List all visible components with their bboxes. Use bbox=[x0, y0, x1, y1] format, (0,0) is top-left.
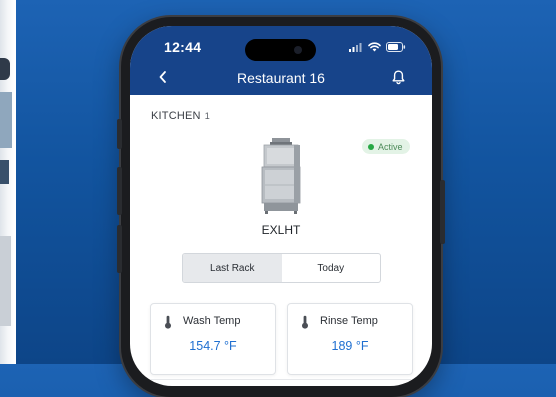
next-card-row bbox=[150, 379, 411, 380]
status-icons bbox=[349, 42, 406, 52]
dishwasher-image[interactable] bbox=[258, 138, 304, 219]
time-range-tabs: Last Rack Today bbox=[182, 253, 381, 283]
wifi-icon bbox=[368, 42, 381, 52]
photo-detail bbox=[0, 160, 9, 184]
nav-bar: Restaurant 16 bbox=[130, 69, 432, 89]
thermometer-icon bbox=[164, 315, 172, 334]
bell-icon[interactable] bbox=[392, 70, 405, 90]
phone-power-button bbox=[440, 180, 445, 244]
thermometer-icon bbox=[301, 315, 309, 334]
metric-label: Rinse Temp bbox=[320, 315, 378, 327]
status-badge: Active bbox=[362, 139, 410, 154]
status-time: 12:44 bbox=[164, 39, 202, 55]
photo-detail bbox=[0, 92, 12, 148]
section-label: KITCHEN 1 bbox=[151, 110, 210, 122]
signal-icon bbox=[349, 42, 362, 52]
page-title: Restaurant 16 bbox=[237, 70, 325, 86]
background-photo-strip bbox=[0, 0, 16, 364]
camera-icon bbox=[294, 46, 302, 54]
phone-screen: 12:44 Restaurant 16 KITCHEN 1 Active EXL… bbox=[130, 26, 432, 386]
metric-label: Wash Temp bbox=[183, 315, 241, 327]
wash-temp-card[interactable]: Wash Temp 154.7 °F bbox=[150, 303, 276, 375]
phone-volume-up-button bbox=[117, 167, 122, 215]
section-count: 1 bbox=[204, 111, 210, 121]
status-text: Active bbox=[378, 141, 403, 152]
section-name: KITCHEN bbox=[151, 110, 201, 122]
rinse-temp-card[interactable]: Rinse Temp 189 °F bbox=[287, 303, 413, 375]
tab-last-rack[interactable]: Last Rack bbox=[183, 254, 282, 282]
metric-value: 189 °F bbox=[331, 339, 369, 353]
photo-detail bbox=[0, 236, 11, 326]
active-dot-icon bbox=[368, 143, 374, 150]
tab-today[interactable]: Today bbox=[282, 254, 381, 282]
photo-detail bbox=[0, 58, 10, 80]
dishwasher-icon bbox=[261, 138, 301, 214]
app-header: 12:44 Restaurant 16 bbox=[130, 26, 432, 95]
battery-icon bbox=[386, 42, 406, 52]
phone-volume-down-button bbox=[117, 225, 122, 273]
device-model-name: EXLHT bbox=[261, 223, 301, 237]
metric-value: 154.7 °F bbox=[189, 339, 237, 353]
dynamic-island bbox=[245, 39, 316, 61]
phone-action-button bbox=[117, 119, 122, 149]
phone-frame: 12:44 Restaurant 16 KITCHEN 1 Active EXL… bbox=[117, 17, 445, 397]
